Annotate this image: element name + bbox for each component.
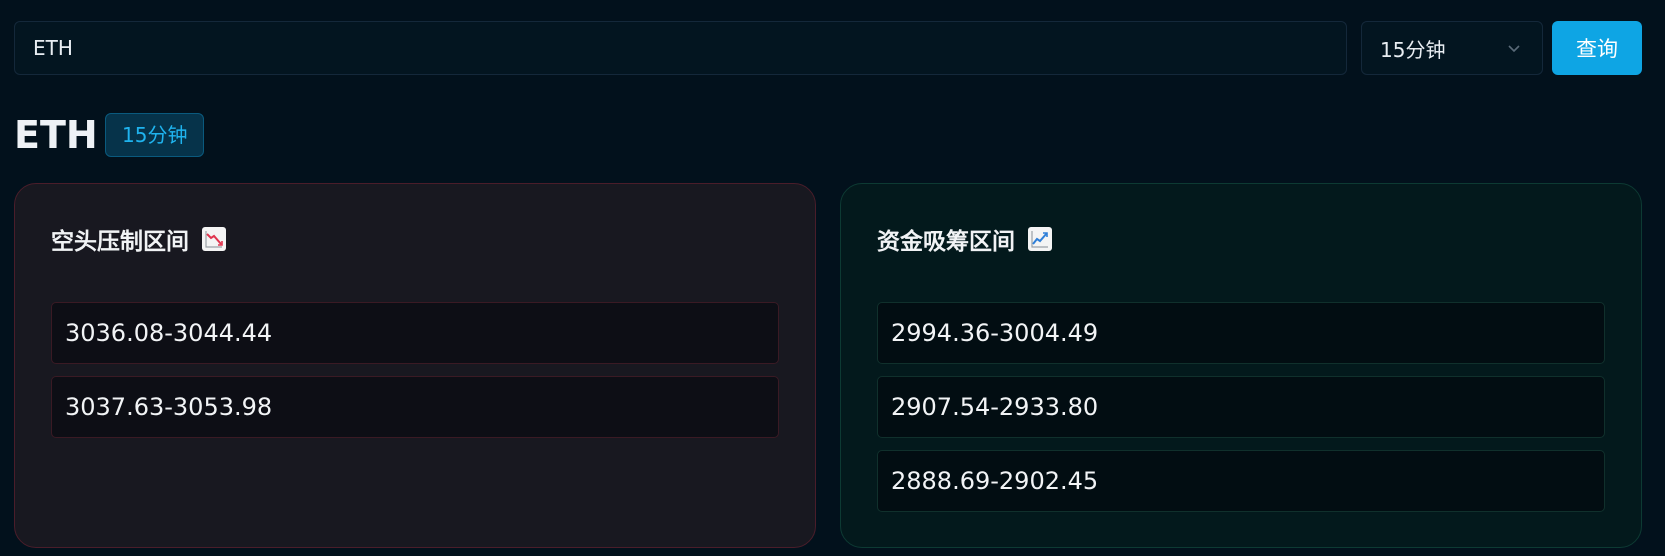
query-button[interactable]: 查询 — [1552, 21, 1642, 75]
bull-range-item: 2888.69-2902.45 — [877, 450, 1605, 512]
bear-range-list: 3036.08-3044.44 3037.63-3053.98 — [51, 302, 779, 450]
interval-select[interactable]: 15分钟 — [1361, 21, 1543, 75]
bull-zone-card: 资金吸筹区间 2994.36-3004.49 2907.54-2933.80 2… — [840, 183, 1642, 548]
page: 15分钟 查询 ETH 15分钟 空头压制区间 3036.08-3044.44 … — [0, 0, 1665, 556]
bull-range-item: 2994.36-3004.49 — [877, 302, 1605, 364]
bear-zone-title-label: 空头压制区间 — [51, 229, 189, 255]
symbol-search-input[interactable] — [14, 21, 1347, 75]
bull-zone-title: 资金吸筹区间 — [877, 222, 1053, 256]
interval-select-value: 15分钟 — [1380, 37, 1446, 62]
symbol-title: ETH — [14, 113, 98, 157]
bear-zone-card: 空头压制区间 3036.08-3044.44 3037.63-3053.98 — [14, 183, 816, 548]
bear-range-item: 3036.08-3044.44 — [51, 302, 779, 364]
chart-increasing-icon — [1028, 227, 1052, 251]
chevron-down-icon — [1508, 45, 1520, 53]
interval-badge: 15分钟 — [105, 113, 205, 157]
search-row: 15分钟 查询 — [14, 21, 1642, 75]
bear-range-item: 3037.63-3053.98 — [51, 376, 779, 438]
bull-range-item: 2907.54-2933.80 — [877, 376, 1605, 438]
bull-zone-title-label: 资金吸筹区间 — [877, 229, 1015, 255]
bear-zone-title: 空头压制区间 — [51, 222, 227, 256]
bull-range-list: 2994.36-3004.49 2907.54-2933.80 2888.69-… — [877, 302, 1605, 524]
chart-decreasing-icon — [202, 227, 226, 251]
